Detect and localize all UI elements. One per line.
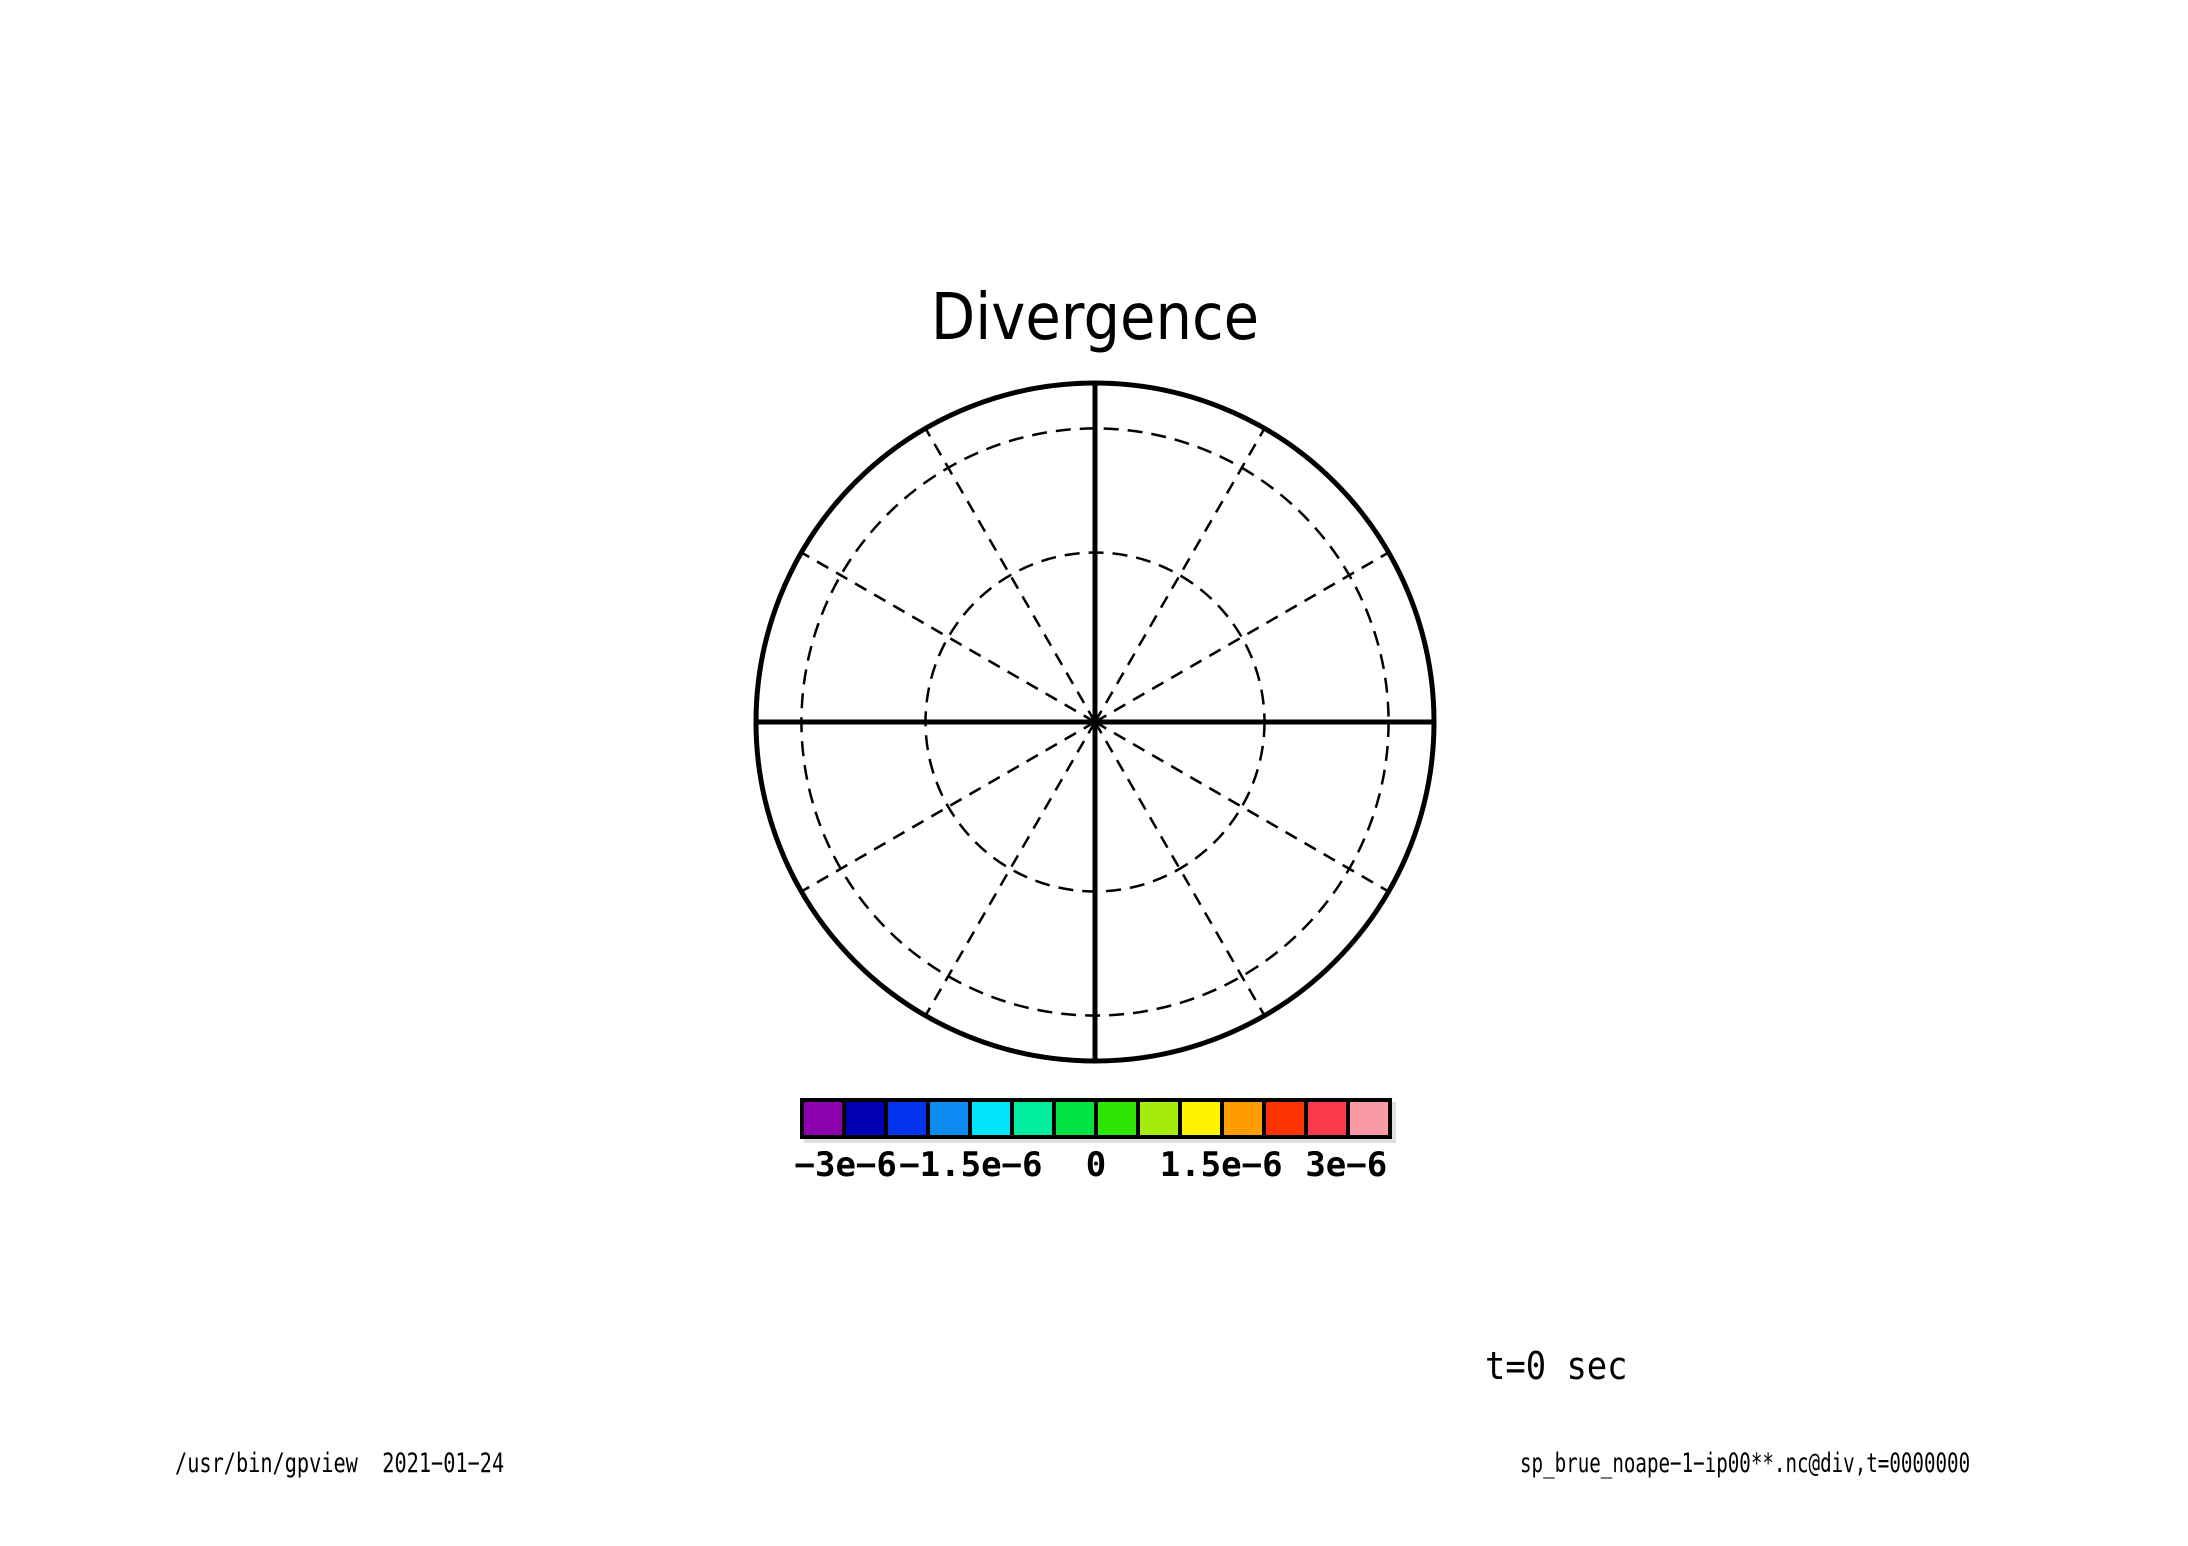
meridian-line-dashed [801,553,1095,723]
colorbar-cell [1136,1102,1178,1135]
colorbar [800,1098,1392,1139]
colorbar-cell [1346,1102,1388,1135]
colorbar-cell [804,1102,842,1135]
meridian-line-dashed [1095,428,1265,722]
footer-command-date: /usr/bin/gpview 2021−01−24 [175,1450,504,1477]
colorbar-cell [1010,1102,1052,1135]
colorbar-tick-label: 3e−6 [1305,1148,1387,1182]
colorbar-cell [1304,1102,1346,1135]
meridian-line-dashed [1095,553,1389,723]
colorbar-tick-label: 0 [1086,1148,1106,1182]
colorbar-tick-label: −3e−6 [795,1148,897,1182]
gpview-plot-page: Divergence −3e−6−1.5e−601.5e−63e−6 t=0 s… [0,0,2188,1546]
colorbar-cell [842,1102,884,1135]
polar-map-grid [0,0,2188,1546]
colorbar-cell [968,1102,1010,1135]
colorbar-cell [1052,1102,1094,1135]
colorbar-cell [884,1102,926,1135]
time-label: t=0 sec [1485,1347,1628,1385]
colorbar-tick-label: −1.5e−6 [899,1148,1042,1182]
colorbar-cell [1262,1102,1304,1135]
colorbar-tick-label: 1.5e−6 [1160,1148,1283,1182]
colorbar-cell [1220,1102,1262,1135]
meridian-line-dashed [1095,722,1389,892]
footer-source-file: sp_brue_noape−1−ip00**.nc@div,t=0000000 [1520,1450,1970,1477]
colorbar-cell [1178,1102,1220,1135]
colorbar-cell [1094,1102,1136,1135]
meridian-line-dashed [926,722,1096,1016]
colorbar-cell [926,1102,968,1135]
